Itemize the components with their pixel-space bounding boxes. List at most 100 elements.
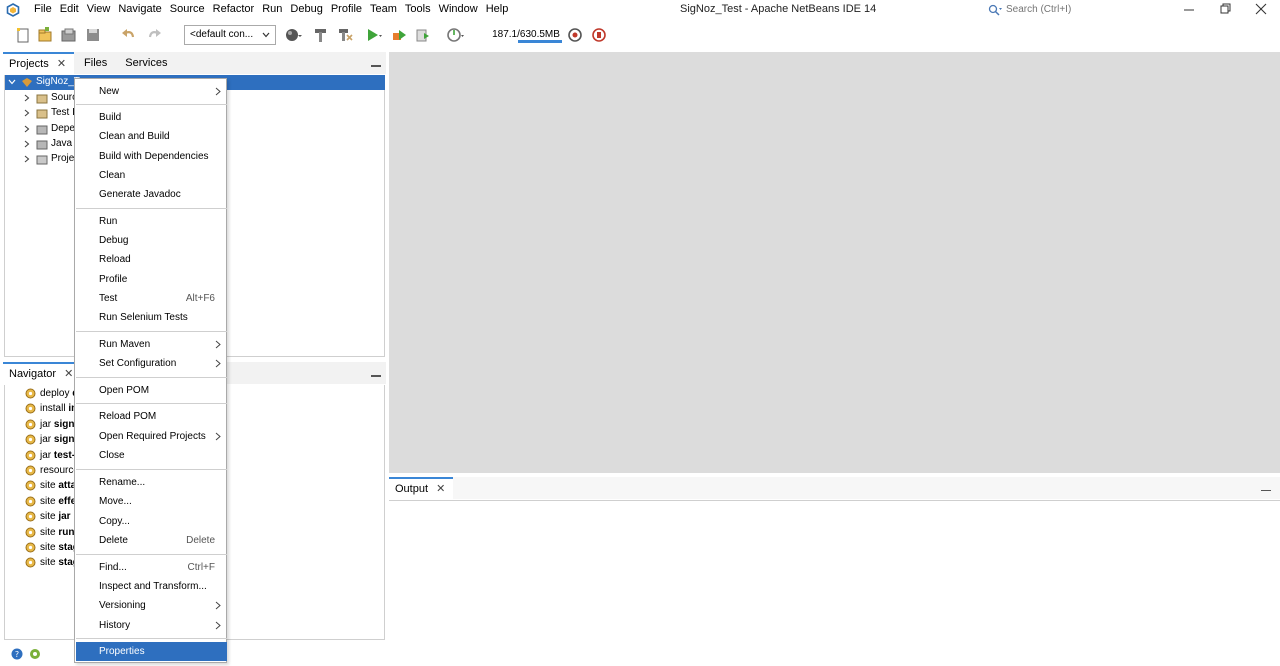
menu-refactor[interactable]: Refactor [213, 3, 261, 15]
menu-separator [76, 331, 227, 332]
menu-item-move[interactable]: Move... [76, 492, 227, 511]
goal-prefix: site [40, 542, 59, 553]
globe-icon[interactable] [284, 26, 302, 44]
profiler-snapshot-icon[interactable] [590, 26, 608, 44]
menu-item-debug[interactable]: Debug [76, 231, 227, 250]
tab-files[interactable]: Files [78, 52, 115, 74]
redo-icon[interactable] [145, 26, 163, 44]
menu-team[interactable]: Team [370, 3, 403, 15]
open-project-icon[interactable] [60, 26, 78, 44]
maven-project-icon [22, 78, 32, 87]
help-icon[interactable]: ? [11, 648, 23, 660]
menu-item-reload-pom[interactable]: Reload POM [76, 407, 227, 426]
menu-item-test[interactable]: Test Alt+F6 [76, 289, 227, 308]
menu-item-new[interactable]: New [76, 82, 227, 101]
gear-icon [25, 419, 36, 430]
menu-item-shortcut: Alt+F6 [185, 293, 215, 304]
goal-name: jar [58, 511, 71, 522]
undo-icon[interactable] [120, 26, 138, 44]
close-icon[interactable]: ✕ [64, 368, 73, 380]
package-folder-icon [36, 109, 48, 119]
menu-item-copy[interactable]: Copy... [76, 512, 227, 531]
menu-item-properties[interactable]: Properties [76, 642, 227, 661]
chevron-right-icon[interactable] [23, 155, 31, 163]
menu-edit[interactable]: Edit [60, 3, 85, 15]
menu-item-history[interactable]: History [76, 616, 227, 635]
menu-item-run-maven[interactable]: Run Maven [76, 335, 227, 354]
menu-item-delete[interactable]: Delete Delete [76, 531, 227, 550]
menu-help[interactable]: Help [486, 3, 515, 15]
minimize-window-icon[interactable] [1182, 2, 1196, 16]
clean-build-icon[interactable] [336, 26, 354, 44]
menu-run[interactable]: Run [262, 3, 288, 15]
new-file-icon[interactable] [14, 26, 32, 44]
new-project-icon[interactable] [36, 26, 54, 44]
menu-item-build[interactable]: Build [76, 108, 227, 127]
tab-services[interactable]: Services [119, 52, 175, 74]
menu-item-run-selenium-tests[interactable]: Run Selenium Tests [76, 308, 227, 327]
configuration-select[interactable]: <default con... [184, 25, 276, 45]
save-icon[interactable] [84, 26, 102, 44]
editor-area[interactable] [389, 52, 1280, 473]
menu-source[interactable]: Source [170, 3, 211, 15]
menu-item-clean[interactable]: Clean [76, 166, 227, 185]
build-hammer-icon[interactable] [312, 26, 330, 44]
library-folder-icon [36, 140, 48, 150]
debug-icon[interactable] [390, 26, 408, 44]
tab-projects[interactable]: Projects ✕ [3, 52, 75, 74]
chevron-right-icon[interactable] [23, 140, 31, 148]
menu-separator [76, 469, 227, 470]
menu-navigate[interactable]: Navigate [118, 3, 167, 15]
menu-item-label: Build with Dependencies [99, 151, 209, 162]
output-panel [389, 500, 1280, 666]
close-icon[interactable]: ✕ [436, 483, 445, 495]
run-icon[interactable] [364, 26, 382, 44]
minimize-navigator-button[interactable] [371, 375, 381, 377]
menu-item-open-required-projects[interactable]: Open Required Projects [76, 427, 227, 446]
menu-item-reload[interactable]: Reload [76, 250, 227, 269]
menu-item-generate-javadoc[interactable]: Generate Javadoc [76, 185, 227, 204]
debug-file-icon[interactable] [414, 26, 432, 44]
gc-icon[interactable] [566, 26, 584, 44]
maximize-window-icon[interactable] [1218, 2, 1232, 16]
menu-item-find[interactable]: Find... Ctrl+F [76, 558, 227, 577]
menu-view[interactable]: View [87, 3, 117, 15]
menu-tools[interactable]: Tools [405, 3, 437, 15]
menu-item-label: New [99, 86, 120, 97]
menu-profile[interactable]: Profile [331, 3, 368, 15]
menu-item-set-configuration[interactable]: Set Configuration [76, 354, 227, 373]
chevron-right-icon[interactable] [23, 94, 31, 102]
project-context-menu: New Build Clean and Build Build with Dep… [74, 78, 227, 663]
menu-item-inspect-and-transform[interactable]: Inspect and Transform... [76, 577, 227, 596]
menu-file[interactable]: File [34, 3, 58, 15]
tab-output[interactable]: Output ✕ [389, 477, 454, 499]
gear-icon[interactable] [29, 648, 41, 660]
chevron-down-icon[interactable] [8, 78, 16, 86]
menu-item-rename[interactable]: Rename... [76, 473, 227, 492]
menu-item-label: Copy... [99, 516, 130, 527]
minimize-output-button[interactable] [1261, 490, 1271, 491]
menu-item-clean-and-build[interactable]: Clean and Build [76, 127, 227, 146]
profile-icon[interactable] [446, 26, 464, 44]
menu-item-versioning[interactable]: Versioning [76, 596, 227, 615]
goal-prefix: site [40, 557, 59, 568]
menu-window[interactable]: Window [439, 3, 484, 15]
search-input[interactable] [1006, 4, 1156, 15]
close-window-icon[interactable] [1254, 2, 1268, 16]
search-box[interactable] [988, 3, 1168, 17]
menu-separator [76, 554, 227, 555]
menu-item-profile[interactable]: Profile [76, 270, 227, 289]
close-icon[interactable]: ✕ [57, 58, 66, 70]
menu-item-open-pom[interactable]: Open POM [76, 381, 227, 400]
menu-item-build-with-dependencies[interactable]: Build with Dependencies [76, 147, 227, 166]
chevron-right-icon[interactable] [23, 109, 31, 117]
tab-navigator[interactable]: Navigator ✕ [3, 362, 82, 384]
menu-debug[interactable]: Debug [290, 3, 328, 15]
menu-item-run[interactable]: Run [76, 212, 227, 231]
netbeans-logo-icon [6, 3, 20, 17]
menu-item-close[interactable]: Close [76, 446, 227, 465]
memory-meter[interactable]: 187.1/630.5MB [490, 27, 562, 43]
tree-row-label: Test I [51, 107, 75, 118]
chevron-right-icon[interactable] [23, 125, 31, 133]
minimize-projects-button[interactable] [371, 65, 381, 67]
